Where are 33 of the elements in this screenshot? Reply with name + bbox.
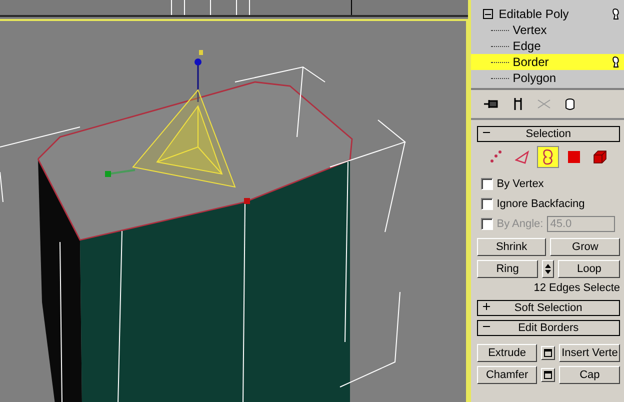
border-tool-button[interactable]: Extrude — [476, 344, 538, 362]
settings-icon[interactable] — [541, 368, 556, 382]
subobject-button[interactable] — [537, 146, 560, 168]
settings-icon[interactable] — [541, 346, 556, 360]
selection-button[interactable]: Grow — [550, 238, 620, 256]
stack-subitem[interactable]: Vertex — [470, 22, 624, 38]
selection-button[interactable]: Shrink — [476, 238, 546, 256]
selection-status: 12 Edges Selecte — [532, 282, 620, 294]
pin-icon[interactable] — [482, 98, 499, 110]
option-checkbox[interactable]: Ignore Backfacing — [480, 194, 620, 214]
ring-button[interactable]: Ring — [476, 260, 538, 278]
border-icon — [542, 149, 554, 165]
edge-icon — [515, 150, 530, 164]
rollout-header[interactable]: Edit Borders — [476, 320, 620, 336]
border-tool-button[interactable]: Cap — [559, 366, 620, 384]
collapse-icon[interactable] — [482, 9, 493, 19]
stack-subitem[interactable]: Polygon — [470, 70, 624, 86]
bulb-icon[interactable] — [612, 8, 620, 20]
spinner-icon[interactable] — [542, 260, 554, 278]
rollout-header[interactable]: Selection — [476, 126, 620, 142]
loop-button[interactable]: Loop — [558, 260, 620, 278]
rollout-header[interactable]: Soft Selection — [476, 300, 620, 316]
stack-subitem[interactable]: Edge — [470, 38, 624, 54]
stack-item[interactable]: Editable Poly — [482, 6, 624, 22]
bulb-icon[interactable] — [612, 56, 620, 68]
stack-subitem[interactable]: Border — [470, 54, 624, 70]
option-checkbox[interactable]: By Vertex — [480, 174, 620, 194]
border-tool-button[interactable]: Chamfer — [476, 366, 538, 384]
border-tool-button[interactable]: Insert Verte — [559, 344, 620, 362]
cube-icon — [593, 150, 608, 164]
cylinder-icon[interactable] — [564, 98, 575, 110]
vertex-icon — [489, 150, 504, 164]
polygon-icon — [567, 150, 582, 164]
